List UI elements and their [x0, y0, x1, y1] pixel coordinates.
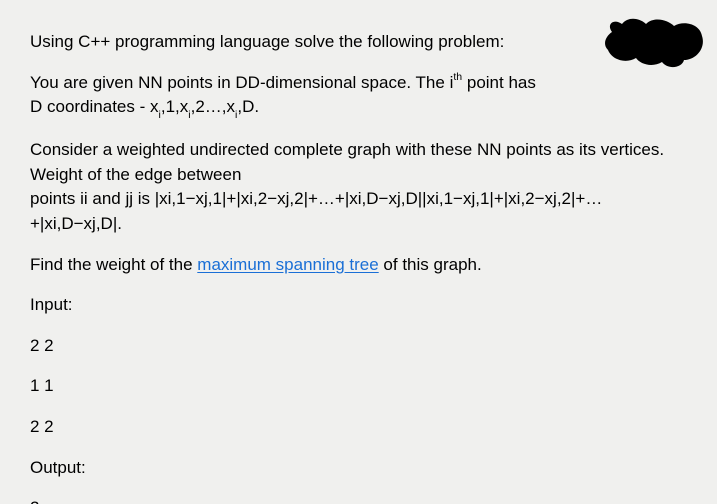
graph-text-b: points ii and jj is |xi,1−xj,1|+|xi,2−xj…	[30, 189, 602, 233]
find-paragraph: Find the weight of the maximum spanning …	[30, 253, 670, 278]
find-text-b: of this graph.	[379, 255, 482, 274]
intro-text: Using C++ programming language solve the…	[30, 32, 504, 51]
sub-i-1: i	[159, 109, 161, 121]
given-paragraph: You are given NN points in DD-dimensiona…	[30, 71, 540, 122]
ith-superscript: th	[453, 71, 462, 83]
max-spanning-tree-link[interactable]: maximum spanning tree	[197, 255, 378, 274]
graph-paragraph: Consider a weighted undirected complete …	[30, 138, 670, 237]
sub-i-2: i	[188, 109, 190, 121]
find-text-a: Find the weight of the	[30, 255, 197, 274]
intro-paragraph: Using C++ programming language solve the…	[30, 30, 670, 55]
input-line-1: 2 2	[30, 334, 670, 359]
coord-seq-3: ,D.	[237, 97, 259, 116]
graph-text-a: Consider a weighted undirected complete …	[30, 140, 664, 184]
coord-seq-2: ,2…,x	[191, 97, 235, 116]
output-line-1: 2	[30, 496, 670, 504]
given-text-a: You are given NN points in DD-dimensiona…	[30, 73, 453, 92]
input-line-2: 1 1	[30, 374, 670, 399]
coord-seq-1: ,1,x	[161, 97, 188, 116]
output-label: Output:	[30, 456, 670, 481]
input-label: Input:	[30, 293, 670, 318]
sub-i-3: i	[235, 109, 237, 121]
decorative-blob	[600, 14, 705, 70]
input-line-3: 2 2	[30, 415, 670, 440]
